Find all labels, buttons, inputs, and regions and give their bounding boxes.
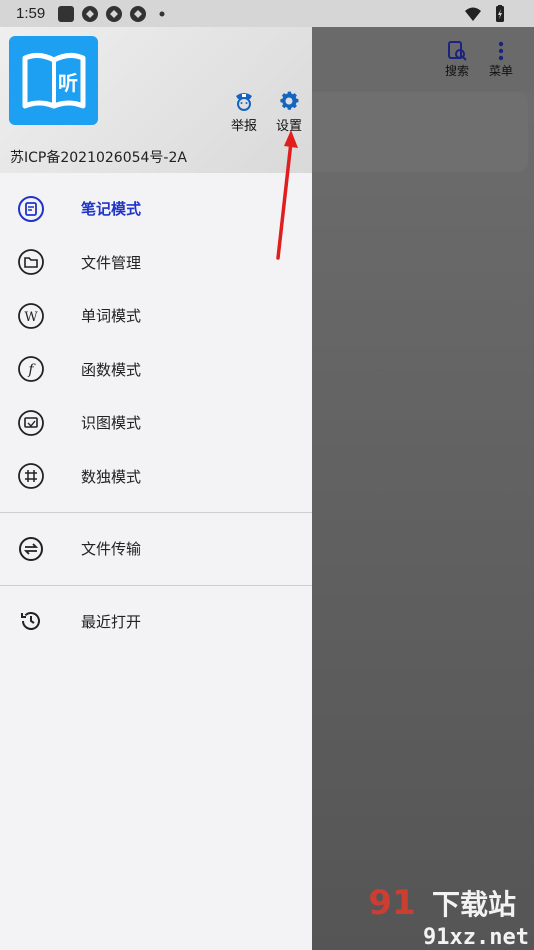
note-icon	[17, 195, 45, 223]
sudoku-icon	[17, 462, 45, 490]
word-icon: W	[17, 302, 45, 330]
battery-icon	[494, 4, 512, 23]
search-label: 搜索	[445, 64, 470, 78]
folder-icon	[17, 248, 45, 276]
menu-item-file-transfer[interactable]: 文件传输	[0, 522, 312, 576]
divider	[0, 512, 312, 513]
gear-icon	[277, 89, 301, 113]
menu-button[interactable]: 菜单	[489, 40, 513, 79]
transfer-icon	[17, 535, 45, 563]
menu-item-note-mode[interactable]: 笔记模式	[0, 182, 312, 236]
menu-item-image-recognize[interactable]: 识图模式	[0, 396, 312, 450]
status-bar: 1:59	[0, 0, 534, 27]
icp-license: 苏ICP备2021026054号-2A	[10, 150, 187, 166]
notification-square-icon	[57, 5, 75, 23]
book-icon: 听	[22, 52, 85, 108]
app-logo: 听	[9, 36, 98, 125]
menu-label: 文件管理	[81, 253, 142, 272]
drawer-menu: 笔记模式 文件管理 W 单词模式 f 函数模式 识图模式 数独模式 文件传输 最…	[0, 182, 312, 648]
menu-label: 笔记模式	[81, 200, 142, 219]
svg-text:f: f	[27, 362, 36, 378]
menu-label: 识图模式	[81, 414, 142, 433]
search-doc-icon	[446, 40, 468, 62]
notification-app-icon	[129, 5, 147, 23]
watermark: 91 下载站 91xz.net	[368, 883, 529, 950]
menu-label: 数独模式	[81, 467, 142, 486]
svg-text:W: W	[24, 310, 38, 325]
menu-label: 最近打开	[81, 612, 142, 631]
svg-text:91xz.net: 91xz.net	[423, 925, 529, 950]
menu-label: 单词模式	[81, 307, 142, 326]
navigation-drawer: 听 举报 设置 苏ICP备2021026054号-2A 笔记模式 文件管理 W …	[0, 27, 312, 950]
menu-item-recent[interactable]: 最近打开	[0, 595, 312, 649]
svg-text:下载站: 下载站	[432, 888, 516, 921]
menu-label: 函数模式	[81, 360, 142, 379]
menu-item-word-mode[interactable]: W 单词模式	[0, 289, 312, 343]
status-time: 1:59	[16, 5, 46, 22]
wifi-icon	[464, 5, 482, 23]
police-icon	[232, 89, 256, 113]
notification-dot-icon	[153, 5, 171, 23]
history-icon	[17, 607, 45, 635]
menu-label: 文件传输	[81, 540, 142, 559]
menu-label: 菜单	[489, 64, 514, 78]
svg-text:听: 听	[58, 71, 78, 95]
menu-item-function-mode[interactable]: f 函数模式	[0, 343, 312, 397]
background-card	[312, 92, 528, 172]
notification-app-icon	[81, 5, 99, 23]
more-vert-icon	[490, 40, 512, 62]
annotation-arrow	[276, 130, 298, 260]
image-recognize-icon	[17, 409, 45, 437]
report-button[interactable]: 举报	[231, 89, 257, 134]
report-label: 举报	[231, 119, 258, 134]
search-button[interactable]: 搜索	[445, 40, 469, 79]
drawer-header: 听 举报 设置 苏ICP备2021026054号-2A	[0, 27, 312, 173]
function-icon: f	[17, 355, 45, 383]
menu-item-file-manager[interactable]: 文件管理	[0, 236, 312, 290]
menu-item-sudoku[interactable]: 数独模式	[0, 450, 312, 504]
notification-app-icon	[105, 5, 123, 23]
divider	[0, 584, 312, 586]
svg-text:91: 91	[368, 883, 415, 923]
